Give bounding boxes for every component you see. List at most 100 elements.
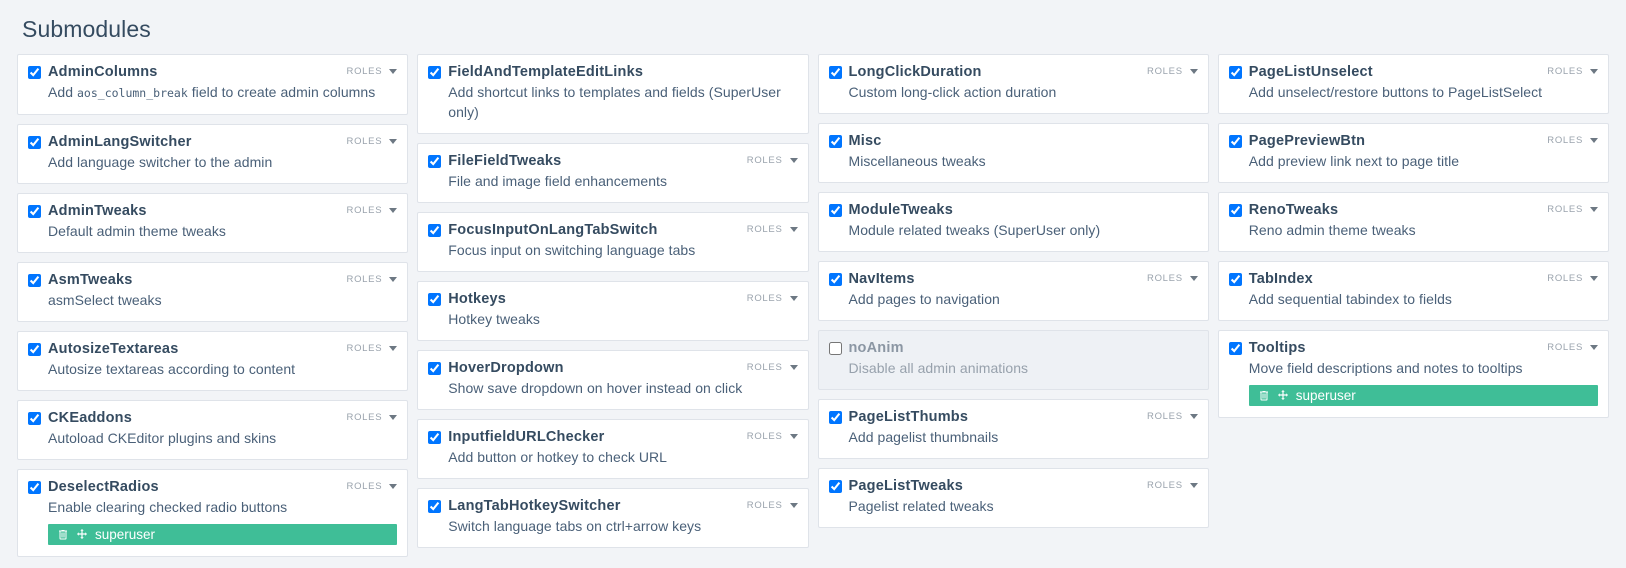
submodule-checkbox[interactable] <box>428 292 442 306</box>
submodule-description: Enable clearing checked radio buttons <box>48 499 288 515</box>
submodule-toggle-group: FocusInputOnLangTabSwitch <box>428 222 657 238</box>
roles-label: ROLES <box>746 431 783 442</box>
submodule-toggle-group: DeselectRadios <box>28 479 159 495</box>
submodule-checkbox[interactable] <box>428 361 442 375</box>
submodule-card: Misc Miscellaneous tweaks <box>817 123 1209 183</box>
roles-dropdown[interactable]: ROLES <box>747 360 798 373</box>
submodule-card-header: NavItems ROLES <box>828 271 1198 287</box>
roles-dropdown[interactable]: ROLES <box>1147 271 1198 284</box>
roles-dropdown[interactable]: ROLES <box>1547 271 1598 284</box>
roles-dropdown[interactable]: ROLES <box>347 410 398 423</box>
roles-dropdown[interactable]: ROLES <box>347 341 398 354</box>
role-tag[interactable]: superuser <box>1248 385 1598 406</box>
roles-label: ROLES <box>346 274 383 285</box>
submodule-description: File and image field enhancements <box>448 173 668 189</box>
role-tag-list: superuser <box>28 524 398 545</box>
roles-dropdown[interactable]: ROLES <box>347 272 398 285</box>
submodule-checkbox[interactable] <box>1228 65 1242 79</box>
roles-dropdown[interactable]: ROLES <box>1547 202 1598 215</box>
submodule-checkbox[interactable] <box>28 135 41 149</box>
submodule-card: FileFieldTweaks ROLES File and image field… <box>417 143 809 203</box>
roles-label: ROLES <box>346 412 383 423</box>
submodule-name: Hotkeys <box>448 291 507 307</box>
submodule-card: FieldAndTemplateEditLinks Add shortcut li… <box>417 54 809 134</box>
submodule-checkbox[interactable] <box>428 223 442 237</box>
submodule-name: AutosizeTextareas <box>48 341 179 357</box>
submodule-checkbox[interactable] <box>428 499 442 513</box>
submodule-checkbox[interactable] <box>28 204 41 218</box>
submodule-toggle-group: InputfieldURLChecker <box>428 429 604 445</box>
roles-label: ROLES <box>1147 273 1183 284</box>
roles-dropdown[interactable]: ROLES <box>747 153 798 166</box>
move-arrows-icon[interactable] <box>1277 389 1289 402</box>
submodule-checkbox[interactable] <box>828 272 842 286</box>
submodule-checkbox[interactable] <box>828 341 842 355</box>
chevron-down-icon <box>389 415 398 420</box>
submodule-card-header: LangTabHotkeySwitcher ROLES <box>428 498 798 514</box>
chevron-down-icon <box>1189 276 1198 281</box>
submodule-name: AsmTweaks <box>48 272 133 288</box>
chevron-down-icon <box>1189 414 1198 419</box>
roles-dropdown[interactable]: ROLES <box>747 222 798 235</box>
submodule-name: FocusInputOnLangTabSwitch <box>448 222 658 238</box>
chevron-down-icon <box>1590 69 1598 74</box>
submodule-card: InputfieldURLChecker ROLES Add button or h… <box>417 419 809 479</box>
submodule-card-header: RenoTweaks ROLES <box>1228 202 1598 218</box>
roles-dropdown[interactable]: ROLES <box>1547 340 1598 353</box>
submodule-checkbox[interactable] <box>828 203 842 217</box>
chevron-down-icon <box>789 434 798 439</box>
submodule-checkbox[interactable] <box>428 154 442 168</box>
submodule-card-header: InputfieldURLChecker ROLES <box>428 429 798 445</box>
submodule-checkbox[interactable] <box>828 65 842 79</box>
submodule-checkbox[interactable] <box>428 65 442 79</box>
submodule-card-header: PageListTweaks ROLES <box>828 478 1198 494</box>
submodule-toggle-group: RenoTweaks <box>1228 202 1339 218</box>
submodule-checkbox[interactable] <box>428 430 442 444</box>
move-arrows-icon[interactable] <box>76 528 88 541</box>
roles-dropdown[interactable]: ROLES <box>1547 64 1598 77</box>
roles-dropdown[interactable]: ROLES <box>1147 409 1198 422</box>
submodule-checkbox[interactable] <box>828 134 842 148</box>
roles-dropdown[interactable]: ROLES <box>747 429 798 442</box>
roles-dropdown[interactable]: ROLES <box>347 134 398 147</box>
submodule-checkbox[interactable] <box>1228 203 1242 217</box>
submodule-checkbox[interactable] <box>28 480 41 494</box>
roles-dropdown[interactable]: ROLES <box>347 203 398 216</box>
submodule-checkbox[interactable] <box>28 65 41 79</box>
trash-icon[interactable] <box>1258 389 1270 402</box>
roles-dropdown[interactable]: ROLES <box>747 498 798 511</box>
submodule-checkbox[interactable] <box>1228 272 1242 286</box>
submodule-checkbox[interactable] <box>28 342 41 356</box>
roles-dropdown[interactable]: ROLES <box>1147 478 1198 491</box>
roles-label: ROLES <box>346 481 383 492</box>
submodule-checkbox[interactable] <box>1228 341 1242 355</box>
submodule-name: TabIndex <box>1248 271 1313 287</box>
roles-label: ROLES <box>1547 135 1583 146</box>
submodule-checkbox[interactable] <box>828 410 842 424</box>
submodule-description: Disable all admin animations <box>848 360 1029 376</box>
roles-dropdown[interactable]: ROLES <box>1147 64 1198 77</box>
chevron-down-icon <box>389 346 398 351</box>
submodule-checkbox[interactable] <box>1228 134 1242 148</box>
chevron-down-icon <box>1189 69 1198 74</box>
submodule-checkbox[interactable] <box>28 273 41 287</box>
submodule-name: CKEaddons <box>48 410 132 426</box>
submodule-name: Misc <box>848 133 882 149</box>
submodule-checkbox[interactable] <box>828 479 842 493</box>
submodule-toggle-group: Hotkeys <box>428 291 506 307</box>
role-tag[interactable]: superuser <box>48 524 398 545</box>
roles-dropdown[interactable]: ROLES <box>747 291 798 304</box>
chevron-down-icon <box>789 365 798 370</box>
submodule-checkbox[interactable] <box>28 411 41 425</box>
submodule-name: NavItems <box>848 271 915 287</box>
roles-dropdown[interactable]: ROLES <box>347 64 398 77</box>
trash-icon[interactable] <box>57 528 69 541</box>
submodule-description: Add preview link next to page title <box>1248 153 1460 169</box>
roles-dropdown[interactable]: ROLES <box>1547 133 1598 146</box>
roles-label: ROLES <box>346 66 383 77</box>
submodule-card: PagePreviewBtn ROLES Add preview link next… <box>1217 123 1609 183</box>
roles-label: ROLES <box>1147 66 1183 77</box>
roles-dropdown[interactable]: ROLES <box>347 479 398 492</box>
submodule-toggle-group: PageListThumbs <box>828 409 969 425</box>
submodule-card: Tooltips ROLES Move field descriptions and… <box>1217 330 1609 418</box>
